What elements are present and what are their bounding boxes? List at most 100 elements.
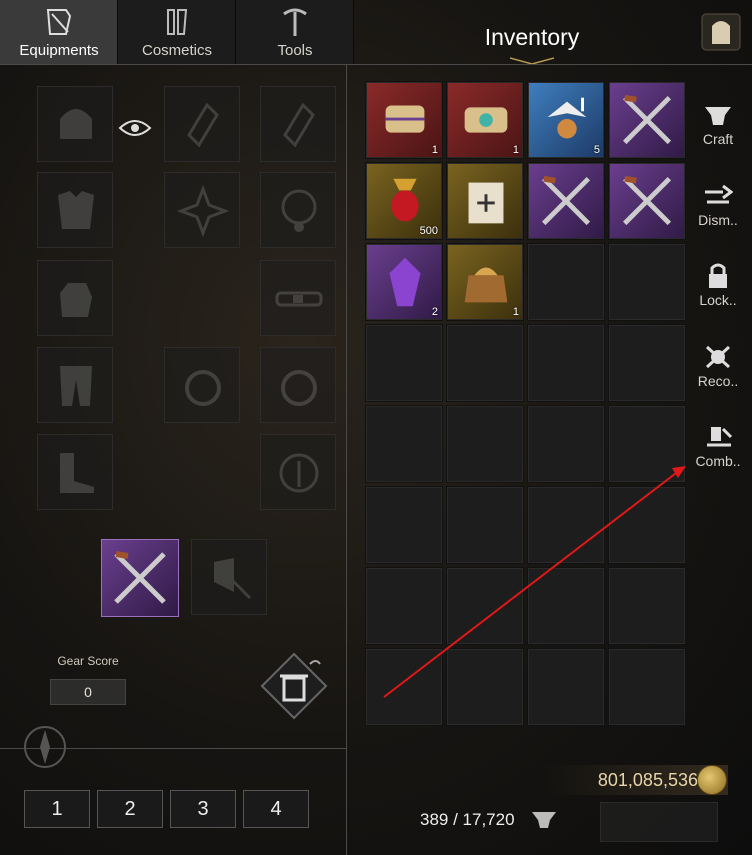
inventory-empty-slot[interactable] — [446, 324, 524, 402]
legs-slot[interactable] — [37, 347, 113, 423]
inventory-item-crossed-swords[interactable] — [608, 81, 686, 159]
preset-button-4[interactable]: 4 — [243, 790, 309, 828]
inventory-empty-slot[interactable] — [608, 405, 686, 483]
inventory-empty-slot[interactable] — [527, 648, 605, 726]
inventory-empty-slot[interactable] — [608, 648, 686, 726]
recover-label: Reco.. — [697, 373, 739, 389]
jump-button-ghost — [600, 802, 718, 842]
lock-button[interactable]: Lock.. — [690, 256, 746, 322]
necklace-slot[interactable] — [260, 172, 336, 248]
craft-button[interactable]: Craft — [690, 95, 746, 161]
item-quantity: 5 — [593, 144, 600, 156]
gear-score-label: Gear Score — [57, 654, 119, 668]
lock-icon — [709, 263, 727, 288]
preset-button-2[interactable]: 2 — [97, 790, 163, 828]
inventory-empty-slot[interactable] — [527, 567, 605, 645]
inventory-empty-slot[interactable] — [365, 486, 443, 564]
helmet-slot[interactable] — [37, 86, 113, 162]
inventory-item-crossed-swords[interactable] — [527, 162, 605, 240]
item-quantity: 2 — [431, 306, 438, 318]
tab-equipments-label: Equipments — [19, 42, 99, 59]
pants-icon — [60, 366, 92, 406]
recover-button[interactable]: Reco.. — [690, 337, 746, 403]
preset-button-3[interactable]: 3 — [170, 790, 236, 828]
inventory-empty-slot[interactable] — [527, 324, 605, 402]
belt-icon — [275, 291, 323, 307]
chest-armor-icon — [58, 191, 94, 229]
outfit-icon — [167, 9, 188, 35]
inventory-empty-slot[interactable] — [365, 324, 443, 402]
chest-slot[interactable] — [37, 172, 113, 248]
craft-label: Craft — [702, 131, 734, 147]
inventory-item-scroll-plus[interactable] — [446, 162, 524, 240]
tab-tools-label: Tools — [277, 42, 313, 59]
inventory-empty-slot[interactable] — [446, 648, 524, 726]
trash-icon[interactable] — [258, 650, 330, 722]
inventory-item-ruby-amulet[interactable]: 500 — [365, 162, 443, 240]
earring-icon — [283, 102, 315, 148]
crossed-swords-icon — [114, 551, 166, 604]
scroll-plus-icon — [468, 182, 504, 224]
gloves-slot[interactable] — [37, 260, 113, 336]
inventory-item-winged-fairy[interactable]: 5 — [527, 81, 605, 159]
tab-cosmetics[interactable]: Cosmetics — [118, 0, 236, 64]
gloves-icon — [60, 283, 92, 317]
inventory-empty-slot[interactable] — [446, 405, 524, 483]
gem-slot[interactable] — [164, 172, 240, 248]
inventory-item-crossed-swords[interactable] — [608, 162, 686, 240]
helmet-icon — [60, 109, 92, 139]
visibility-eye-icon[interactable] — [118, 118, 152, 138]
weight-anvil-icon — [532, 812, 556, 828]
scroll-bundle-icon — [385, 105, 425, 133]
inventory-empty-slot[interactable] — [608, 567, 686, 645]
inventory-item-treasure-pouch[interactable]: 1 — [446, 243, 524, 321]
tab-equipments[interactable]: Equipments — [0, 0, 118, 64]
treasure-pouch-icon — [464, 267, 508, 303]
inventory-item-scroll-bundle[interactable]: 1 — [365, 81, 443, 159]
combine-icon — [707, 427, 733, 447]
inventory-empty-slot[interactable] — [608, 486, 686, 564]
ring-icon — [185, 370, 221, 406]
inventory-empty-slot[interactable] — [608, 243, 686, 321]
inventory-empty-slot[interactable] — [527, 405, 605, 483]
tab-cosmetics-label: Cosmetics — [141, 42, 212, 59]
combine-button[interactable]: Comb.. — [690, 417, 746, 483]
ring-slot-left[interactable] — [164, 347, 240, 423]
belt-slot[interactable] — [260, 260, 336, 336]
inventory-empty-slot[interactable] — [608, 324, 686, 402]
backpack-icon[interactable] — [700, 12, 742, 52]
gem-scroll-icon — [464, 107, 508, 133]
inventory-empty-slot[interactable] — [446, 486, 524, 564]
armor-scroll-icon — [46, 9, 72, 35]
recover-icon — [705, 345, 731, 369]
inventory-empty-slot[interactable] — [527, 486, 605, 564]
offhand-slot[interactable] — [191, 539, 267, 615]
dismantle-label: Dism.. — [698, 212, 738, 228]
inventory-empty-slot[interactable] — [365, 567, 443, 645]
anvil-icon — [705, 107, 731, 125]
tab-tools[interactable]: Tools — [236, 0, 354, 64]
equipped-weapon-slot[interactable] — [101, 539, 179, 617]
earring-slot-right[interactable] — [260, 86, 336, 162]
artifact-icon — [279, 453, 319, 493]
preset-button-1[interactable]: 1 — [24, 790, 90, 828]
earring-icon — [187, 102, 219, 148]
purple-crystal-icon — [389, 257, 421, 307]
earring-slot-left[interactable] — [164, 86, 240, 162]
inventory-item-purple-crystal[interactable]: 2 — [365, 243, 443, 321]
dismantle-button[interactable]: Dism.. — [690, 176, 746, 242]
inventory-empty-slot[interactable] — [527, 243, 605, 321]
ring-slot-right[interactable] — [260, 347, 336, 423]
artifact-slot[interactable] — [260, 434, 336, 510]
inventory-empty-slot[interactable] — [365, 648, 443, 726]
item-quantity: 1 — [512, 306, 519, 318]
ring-icon — [281, 370, 317, 406]
inventory-empty-slot[interactable] — [446, 567, 524, 645]
boots-slot[interactable] — [37, 434, 113, 510]
inventory-item-gem-scroll[interactable]: 1 — [446, 81, 524, 159]
winged-fairy-icon — [547, 97, 587, 139]
inventory-empty-slot[interactable] — [365, 405, 443, 483]
gear-score-value: 0 — [50, 679, 126, 705]
item-quantity: 1 — [512, 144, 519, 156]
combine-label: Comb.. — [695, 453, 741, 469]
